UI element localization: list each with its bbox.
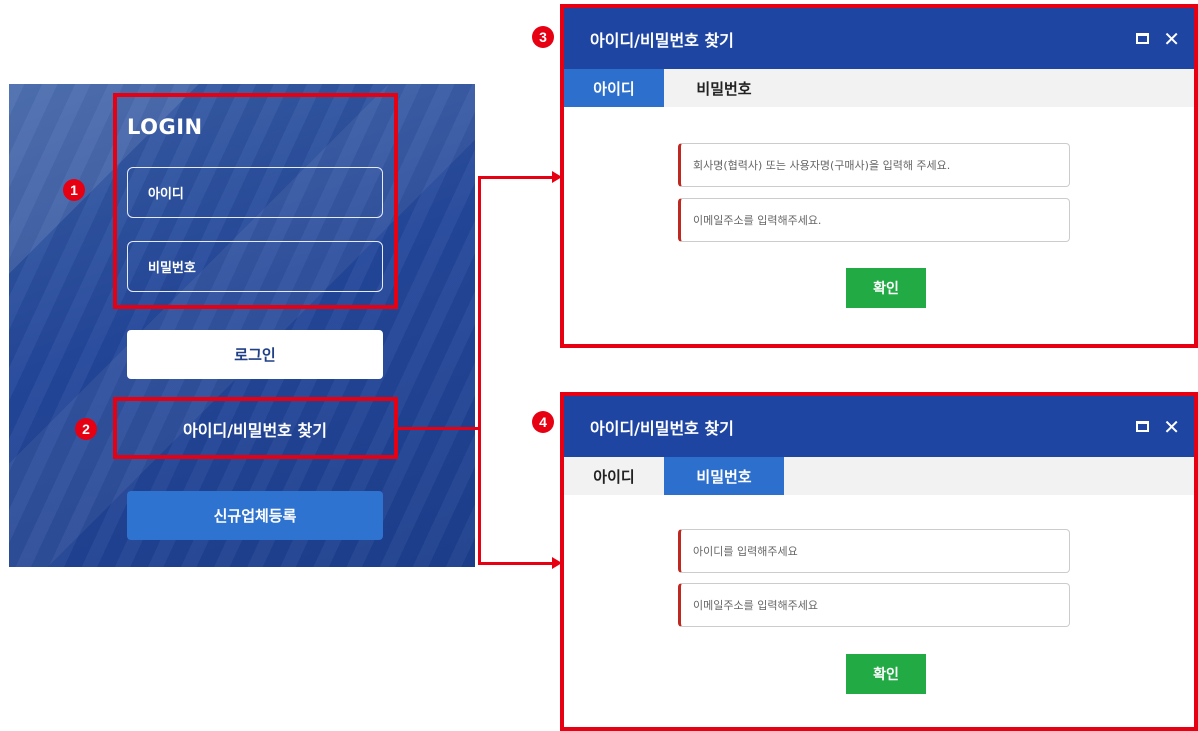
annotation-badge-4: 4 xyxy=(532,411,554,433)
annotation-box-find-id-dialog xyxy=(560,4,1198,348)
register-company-button[interactable]: 신규업체등록 xyxy=(127,491,383,540)
annotation-box-find-password-dialog xyxy=(560,392,1198,731)
annotation-badge-1: 1 xyxy=(63,179,85,201)
annotation-badge-3: 3 xyxy=(532,26,554,48)
connector-line xyxy=(478,176,481,565)
login-button[interactable]: 로그인 xyxy=(127,330,383,379)
annotation-badge-2: 2 xyxy=(75,418,97,440)
connector-line xyxy=(478,562,554,565)
connector-line xyxy=(478,176,554,179)
annotation-box-login-fields xyxy=(113,93,398,309)
annotation-box-find-link xyxy=(113,397,398,459)
connector-line xyxy=(398,427,480,430)
